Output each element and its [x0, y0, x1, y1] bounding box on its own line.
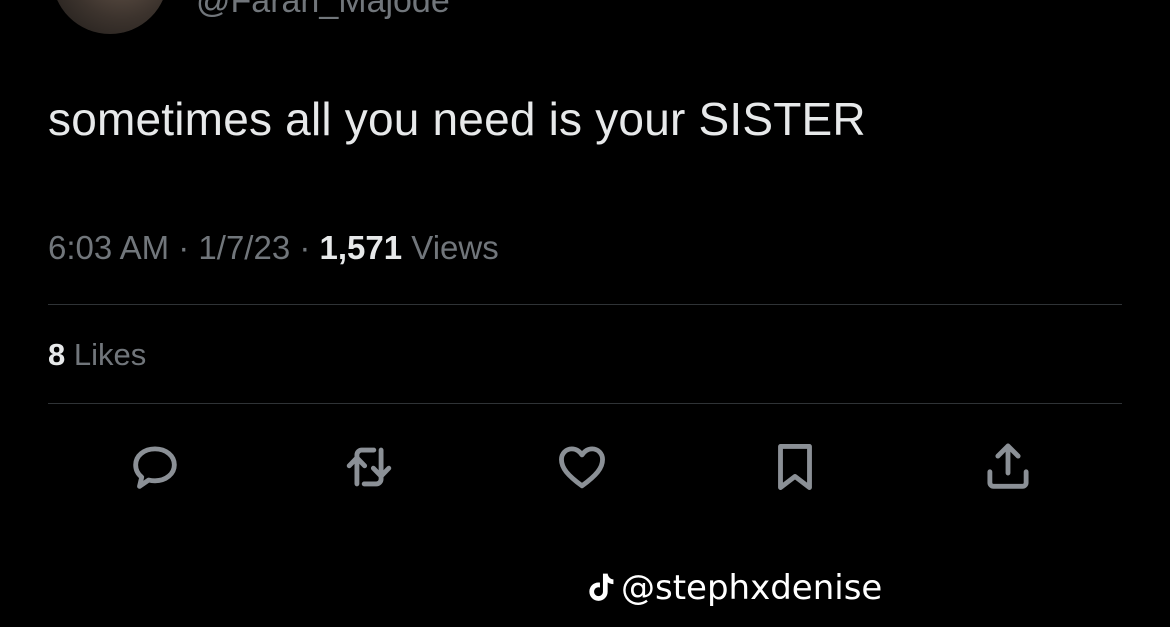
tiktok-icon — [589, 573, 614, 601]
views-label: Views — [411, 229, 499, 266]
heart-icon — [559, 446, 605, 489]
meta-separator: · — [178, 229, 190, 266]
avatar[interactable] — [52, 0, 168, 34]
watermark-text: @stephxdenise — [621, 568, 883, 608]
bookmark-button[interactable] — [764, 436, 826, 498]
likes-count: 8 — [48, 337, 66, 372]
tiktok-watermark: @stephxdenise — [585, 568, 882, 608]
reply-button[interactable] — [124, 436, 186, 498]
likes-label: Likes — [73, 337, 147, 372]
meta-separator: · — [299, 229, 311, 266]
retweet-icon — [346, 447, 392, 487]
retweet-button[interactable] — [338, 436, 400, 498]
bookmark-icon — [778, 444, 812, 490]
user-handle[interactable]: @Farah_Majode — [196, 0, 450, 21]
tweet-date[interactable]: 1/7/23 — [198, 229, 290, 266]
share-icon — [987, 443, 1029, 489]
tweet-meta: 6:03 AM · 1/7/23 · 1,571 Views — [48, 229, 499, 267]
divider — [48, 403, 1122, 404]
likes-stat[interactable]: 8 Likes — [48, 337, 146, 373]
reply-icon — [133, 446, 177, 489]
views-count: 1,571 — [319, 229, 403, 266]
divider — [48, 304, 1122, 305]
tweet-text: sometimes all you need is your SISTER — [48, 93, 866, 145]
share-button[interactable] — [977, 436, 1039, 498]
tweet-time[interactable]: 6:03 AM — [48, 229, 169, 266]
like-button[interactable] — [551, 436, 613, 498]
